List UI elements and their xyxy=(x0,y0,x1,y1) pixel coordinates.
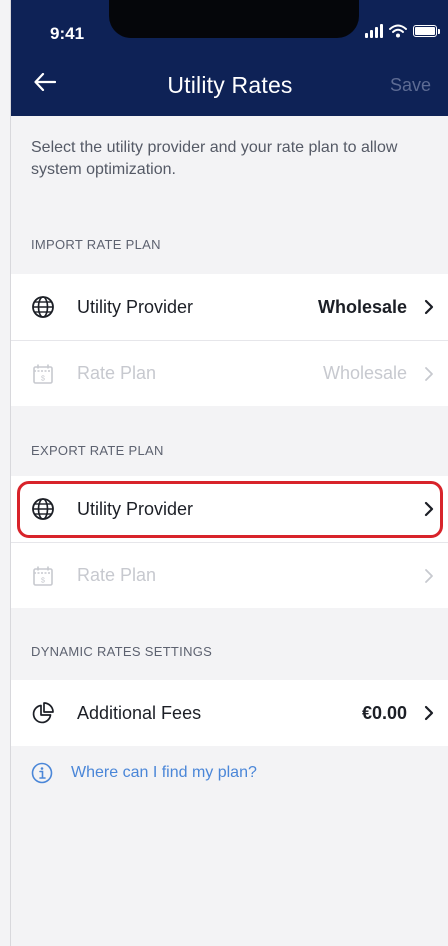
export-rate-card: Utility Provider $ Rate Plan xyxy=(11,476,448,608)
row-label: Rate Plan xyxy=(77,565,157,585)
chevron-right-icon xyxy=(424,705,434,721)
globe-icon xyxy=(32,498,54,520)
globe-icon xyxy=(32,296,54,318)
chevron-right-icon xyxy=(425,367,433,381)
chevron-right-icon xyxy=(424,299,434,315)
row-label: Additional Fees xyxy=(77,702,202,723)
row-label: Utility Provider xyxy=(77,498,194,519)
row-label: Utility Provider xyxy=(77,296,194,317)
info-icon xyxy=(31,762,53,784)
row-value: €0.00 xyxy=(361,702,407,723)
pie-chart-icon xyxy=(32,702,54,724)
svg-text:$: $ xyxy=(41,578,45,585)
chevron-right-icon xyxy=(425,569,433,583)
calendar-dollar-icon: $ xyxy=(33,364,53,384)
import-rate-plan-row[interactable]: $ Rate Plan Wholesale xyxy=(11,340,448,406)
cellular-signal-icon xyxy=(365,24,383,38)
intro-text: Select the utility provider and your rat… xyxy=(31,139,398,178)
dynamic-section-label: DYNAMIC RATES SETTINGS xyxy=(31,644,213,659)
save-button[interactable]: Save xyxy=(390,75,431,96)
help-link-label: Where can I find my plan? xyxy=(71,764,257,781)
camera-notch xyxy=(109,0,359,38)
export-utility-provider-row[interactable]: Utility Provider xyxy=(11,476,448,542)
find-plan-help-link[interactable]: Where can I find my plan? xyxy=(31,762,257,784)
page-title: Utility Rates xyxy=(167,72,293,98)
svg-text:$: $ xyxy=(41,376,45,383)
additional-fees-row[interactable]: Additional Fees €0.00 xyxy=(11,680,448,746)
status-icons xyxy=(365,24,440,38)
export-rate-plan-row[interactable]: $ Rate Plan xyxy=(11,542,448,608)
row-label: Rate Plan xyxy=(77,363,157,383)
status-time: 9:41 xyxy=(50,24,85,43)
dynamic-rates-card: Additional Fees €0.00 xyxy=(11,680,448,746)
calendar-dollar-icon: $ xyxy=(33,566,53,586)
row-value: Wholesale xyxy=(322,363,407,383)
import-section-label: IMPORT RATE PLAN xyxy=(31,237,161,252)
app-screen: 9:41 Utility Rates Save Select the utili… xyxy=(10,0,448,946)
battery-icon xyxy=(413,25,440,37)
export-section-label: EXPORT RATE PLAN xyxy=(31,443,164,458)
import-utility-provider-row[interactable]: Utility Provider Wholesale xyxy=(11,274,448,340)
row-value: Wholesale xyxy=(317,296,407,317)
chevron-right-icon xyxy=(424,501,434,517)
header-bar: 9:41 Utility Rates Save xyxy=(11,0,448,116)
import-rate-card: Utility Provider Wholesale $ Rate Plan W… xyxy=(11,274,448,406)
wifi-icon xyxy=(389,24,407,38)
